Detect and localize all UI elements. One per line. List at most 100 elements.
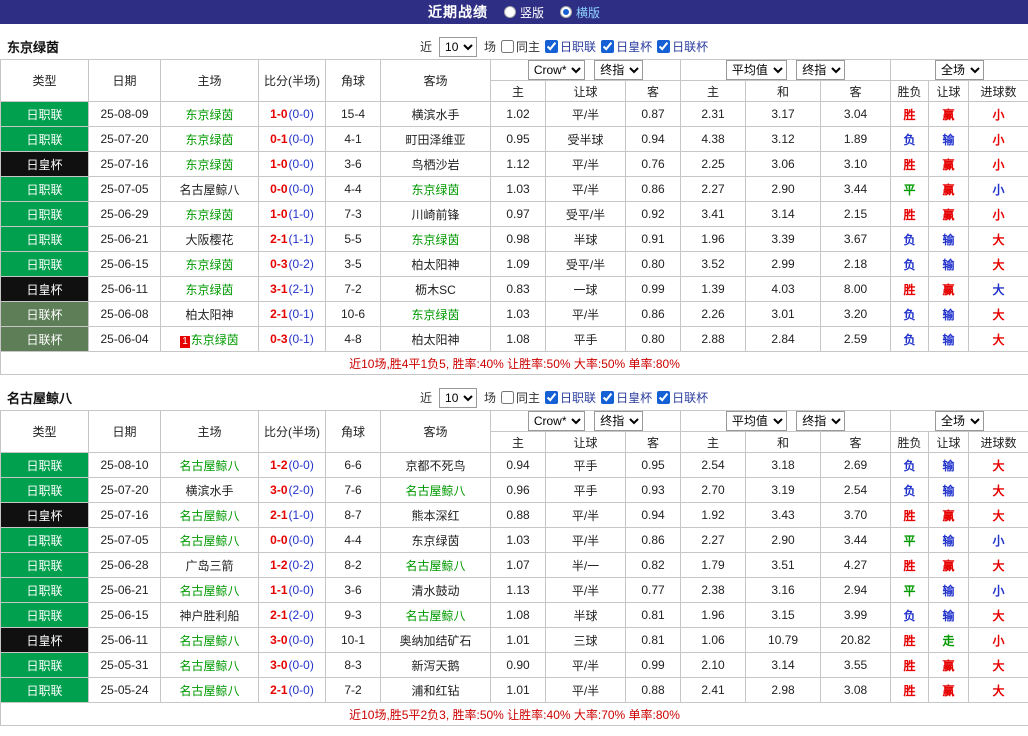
league-filter-j1[interactable]: 日职联 [545,38,596,55]
same-home-checkbox[interactable] [501,40,515,53]
score-cell[interactable]: 2-1(0-1) [258,301,326,327]
away-team-cell[interactable]: 新泻天鹅 [380,652,491,678]
scope-select[interactable]: 全场 [935,60,985,80]
league-cell[interactable]: 日皇杯 [0,502,89,528]
league-cell[interactable]: 日职联 [0,126,89,152]
score-cell[interactable]: 1-0(0-0) [258,101,326,127]
home-team-cell[interactable]: 东京绿茵 [160,101,259,127]
same-home-filter[interactable]: 同主 [501,38,540,55]
league-cell[interactable]: 日联杯 [0,326,89,352]
away-team-cell[interactable]: 东京绿茵 [380,226,491,252]
same-home-filter[interactable]: 同主 [501,389,540,406]
scope-select[interactable]: 全场 [935,411,985,431]
league-filter-emperor-cup[interactable]: 日皇杯 [601,389,652,406]
league-league-cup-checkbox[interactable] [657,40,671,53]
league-filter-league-cup[interactable]: 日联杯 [657,389,708,406]
score-cell[interactable]: 1-2(0-2) [258,552,326,578]
radio-selected-icon[interactable] [560,6,572,18]
home-team-cell[interactable]: 广岛三箭 [160,552,259,578]
league-cell[interactable]: 日皇杯 [0,276,89,302]
league-cell[interactable]: 日皇杯 [0,627,89,653]
away-team-cell[interactable]: 浦和红钻 [380,677,491,703]
score-cell[interactable]: 0-0(0-0) [258,176,326,202]
away-team-cell[interactable]: 鸟栖沙岩 [380,151,491,177]
odds-mode-select[interactable]: 终指 [594,411,644,431]
away-team-cell[interactable]: 熊本深红 [380,502,491,528]
score-cell[interactable]: 1-0(1-0) [258,201,326,227]
score-cell[interactable]: 2-1(0-0) [258,677,326,703]
odds-source-select[interactable]: Crow* [527,411,585,431]
odds-source-select[interactable]: Crow* [527,60,585,80]
score-cell[interactable]: 3-0(0-0) [258,627,326,653]
odds-mode-select[interactable]: 终指 [594,60,644,80]
home-team-cell[interactable]: 名古屋鲸八 [160,176,259,202]
league-emperor-cup-checkbox[interactable] [601,391,615,404]
score-cell[interactable]: 3-1(2-1) [258,276,326,302]
layout-horizontal-option[interactable]: 横版 [560,4,600,21]
away-team-cell[interactable]: 东京绿茵 [380,527,491,553]
league-cell[interactable]: 日职联 [0,251,89,277]
league-cell[interactable]: 日职联 [0,226,89,252]
away-team-cell[interactable]: 柏太阳神 [380,251,491,277]
avg-mode-select[interactable]: 终指 [796,411,846,431]
away-team-cell[interactable]: 名古屋鲸八 [380,552,491,578]
score-cell[interactable]: 3-0(0-0) [258,652,326,678]
league-cell[interactable]: 日职联 [0,176,89,202]
score-cell[interactable]: 1-0(0-0) [258,151,326,177]
league-emperor-cup-checkbox[interactable] [601,40,615,53]
home-team-cell[interactable]: 名古屋鲸八 [160,527,259,553]
away-team-cell[interactable]: 名古屋鲸八 [380,477,491,503]
score-cell[interactable]: 1-1(0-0) [258,577,326,603]
layout-vertical-option[interactable]: 竖版 [503,4,544,21]
score-cell[interactable]: 0-0(0-0) [258,527,326,553]
score-cell[interactable]: 0-1(0-0) [258,126,326,152]
away-team-cell[interactable]: 名古屋鲸八 [380,602,491,628]
radio-unselected-icon[interactable] [503,6,516,18]
avg-source-select[interactable]: 平均值 [725,411,787,431]
home-team-cell[interactable]: 东京绿茵 [160,276,259,302]
league-j1-checkbox[interactable] [545,40,559,53]
score-cell[interactable]: 3-0(2-0) [258,477,326,503]
league-filter-j1[interactable]: 日职联 [545,389,596,406]
home-team-cell[interactable]: 名古屋鲸八 [160,577,259,603]
away-team-cell[interactable]: 川崎前锋 [380,201,491,227]
avg-source-select[interactable]: 平均值 [725,60,787,80]
home-team-cell[interactable]: 名古屋鲸八 [160,627,259,653]
score-cell[interactable]: 0-3(0-2) [258,251,326,277]
home-team-cell[interactable]: 神户胜利船 [160,602,259,628]
score-cell[interactable]: 0-3(0-1) [258,326,326,352]
league-cell[interactable]: 日职联 [0,452,89,478]
league-league-cup-checkbox[interactable] [657,391,671,404]
away-team-cell[interactable]: 町田泽维亚 [380,126,491,152]
league-cell[interactable]: 日职联 [0,577,89,603]
league-cell[interactable]: 日皇杯 [0,151,89,177]
league-cell[interactable]: 日职联 [0,201,89,227]
away-team-cell[interactable]: 奥纳加结矿石 [380,627,491,653]
league-filter-league-cup[interactable]: 日联杯 [657,38,708,55]
home-team-cell[interactable]: 东京绿茵 [160,251,259,277]
away-team-cell[interactable]: 柏太阳神 [380,326,491,352]
league-cell[interactable]: 日职联 [0,652,89,678]
home-team-cell[interactable]: 1 东京绿茵 [160,326,259,352]
same-home-checkbox[interactable] [501,391,515,404]
home-team-cell[interactable]: 名古屋鲸八 [160,452,259,478]
away-team-cell[interactable]: 清水鼓动 [380,577,491,603]
home-team-cell[interactable]: 柏太阳神 [160,301,259,327]
league-cell[interactable]: 日职联 [0,677,89,703]
score-cell[interactable]: 1-2(0-0) [258,452,326,478]
away-team-cell[interactable]: 枥木SC [380,276,491,302]
away-team-cell[interactable]: 京都不死鸟 [380,452,491,478]
away-team-cell[interactable]: 东京绿茵 [380,176,491,202]
home-team-cell[interactable]: 名古屋鲸八 [160,502,259,528]
league-cell[interactable]: 日联杯 [0,301,89,327]
league-cell[interactable]: 日职联 [0,527,89,553]
away-team-cell[interactable]: 东京绿茵 [380,301,491,327]
home-team-cell[interactable]: 横滨水手 [160,477,259,503]
home-team-cell[interactable]: 大阪樱花 [160,226,259,252]
home-team-cell[interactable]: 东京绿茵 [160,126,259,152]
score-cell[interactable]: 2-1(1-0) [258,502,326,528]
home-team-cell[interactable]: 东京绿茵 [160,151,259,177]
score-cell[interactable]: 2-1(1-1) [258,226,326,252]
home-team-cell[interactable]: 名古屋鲸八 [160,677,259,703]
league-j1-checkbox[interactable] [545,391,559,404]
